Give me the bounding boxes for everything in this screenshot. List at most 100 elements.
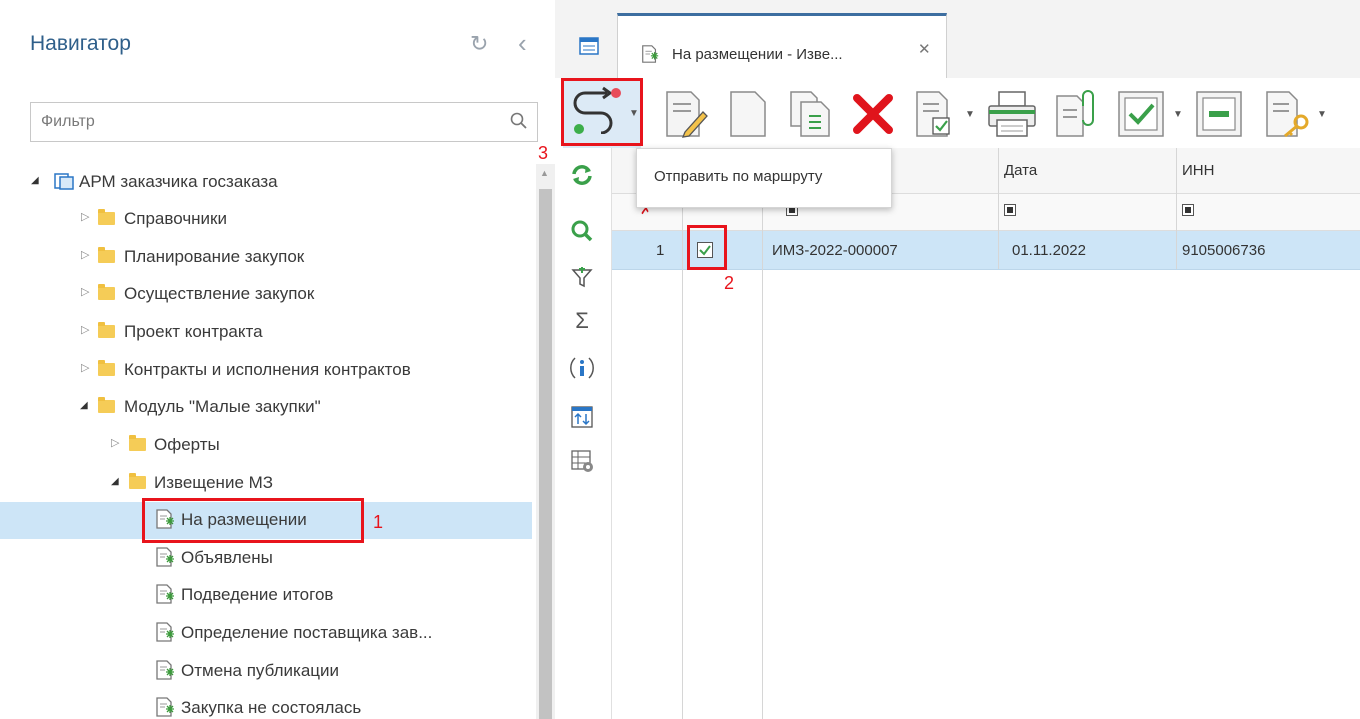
sum-icon[interactable]: Σ: [569, 308, 595, 334]
attach-button[interactable]: [1053, 90, 1099, 138]
tree-item-label: Модуль "Малые закупки": [124, 397, 321, 416]
tree-item-label: Осуществление закупок: [124, 284, 315, 303]
reject-button[interactable]: [1195, 90, 1243, 138]
tree-item-small-purchases[interactable]: ◢ Модуль "Малые закупки": [0, 389, 532, 426]
sort-icon[interactable]: [569, 404, 595, 430]
tree-item-spravochniki[interactable]: ▷ Справочники: [0, 201, 532, 238]
status-button[interactable]: [913, 90, 957, 138]
navigator-panel: Навигатор ↻ ‹ ◢ АРМ заказчика госзаказа …: [0, 0, 555, 719]
folder-icon: [98, 360, 115, 376]
close-icon[interactable]: ✕: [918, 40, 931, 58]
column-filter-inn[interactable]: [1182, 204, 1194, 216]
scroll-up-icon[interactable]: ▲: [540, 168, 549, 178]
edit-button[interactable]: [663, 90, 709, 138]
column-header-inn[interactable]: ИНН: [1182, 162, 1214, 179]
panel-toggle-icon[interactable]: [579, 37, 599, 55]
cell-date: 01.11.2022: [1012, 242, 1086, 259]
annotation-1: 1: [373, 512, 384, 532]
tree-item-procurement[interactable]: ▷ Осуществление закупок: [0, 276, 532, 313]
tree-item-label: Контракты и исполнения контрактов: [124, 360, 411, 379]
tree-item-label: Извещение МЗ: [154, 473, 274, 492]
table-row[interactable]: 1 ИМЗ-2022-000007 01.11.2022 9105006736: [612, 231, 1360, 270]
tree-item-ne-sostoyalas[interactable]: Закупка не состоялась: [0, 690, 532, 719]
tooltip: Отправить по маршруту: [636, 148, 892, 208]
workspace-icon: [54, 173, 74, 190]
row-checkbox[interactable]: [697, 242, 713, 258]
column-divider: [998, 148, 999, 269]
scrollbar-thumb[interactable]: [539, 189, 552, 719]
cell-inn: 9105006736: [1182, 242, 1266, 259]
tree-item-arm[interactable]: ◢ АРМ заказчика госзаказа: [0, 164, 532, 201]
tree-item-notice-mz[interactable]: ◢ Извещение МЗ: [0, 465, 532, 502]
document-icon: [156, 697, 174, 717]
tab-na-razmeshchenii[interactable]: На размещении - Изве... ✕: [617, 13, 947, 79]
collapsed-arrow-icon[interactable]: ▷: [111, 436, 119, 449]
collapsed-arrow-icon[interactable]: ▷: [81, 210, 89, 223]
tree-item-label: На размещении: [181, 510, 307, 529]
folder-icon: [129, 473, 146, 489]
data-grid: Дата ИНН ✗ 1 ИМЗ-2022-000007 01.11.2022 …: [612, 148, 1360, 719]
refresh-icon[interactable]: [569, 162, 595, 188]
dropdown-caret-icon[interactable]: ▼: [1317, 109, 1327, 120]
search-icon[interactable]: [509, 111, 529, 131]
tree-item-na-razmeshchenii[interactable]: На размещении: [0, 502, 532, 539]
row-number: 1: [656, 242, 665, 259]
tooltip-text: Отправить по маршруту: [654, 168, 823, 185]
navigator-scrollbar[interactable]: ▲: [536, 164, 555, 719]
copy-button[interactable]: [787, 90, 833, 138]
document-icon: [642, 45, 659, 63]
sign-button[interactable]: [1263, 90, 1311, 138]
tree-item-label: АРМ заказчика госзаказа: [79, 172, 278, 191]
tree-item-label: Планирование закупок: [124, 247, 305, 266]
collapsed-arrow-icon[interactable]: ▷: [81, 248, 89, 261]
filter-icon[interactable]: [569, 264, 595, 290]
zoom-icon[interactable]: [569, 218, 595, 244]
expanded-arrow-icon[interactable]: ◢: [111, 476, 119, 487]
tab-strip: На размещении - Изве... ✕: [555, 0, 1360, 79]
document-icon: [156, 660, 174, 680]
tree-item-label: Объявлены: [181, 548, 273, 567]
tree-item-label: Справочники: [124, 209, 227, 228]
tree-item-podvedenie[interactable]: Подведение итогов: [0, 577, 532, 614]
refresh-icon[interactable]: ↻: [470, 31, 488, 57]
workspace: На размещении - Изве... ✕ ▼ ▼ ▼ ▼ 3 Σ Да…: [538, 0, 1360, 719]
route-icon: [573, 86, 621, 134]
column-filter-date[interactable]: [1004, 204, 1016, 216]
navigator-title: Навигатор: [30, 32, 131, 55]
accept-button[interactable]: [1117, 90, 1165, 138]
grid-sidebar: Σ: [555, 148, 612, 719]
collapsed-arrow-icon[interactable]: ▷: [81, 361, 89, 374]
column-header-date[interactable]: Дата: [1004, 162, 1037, 179]
folder-icon: [98, 322, 115, 338]
expanded-arrow-icon[interactable]: ◢: [31, 175, 39, 186]
tree-item-label: Оферты: [154, 435, 220, 454]
new-document-button[interactable]: [727, 90, 769, 138]
send-route-button[interactable]: ▼: [563, 78, 641, 148]
tree-item-obyavleny[interactable]: Объявлены: [0, 540, 532, 577]
folder-icon: [98, 284, 115, 300]
print-button[interactable]: [987, 90, 1037, 138]
dropdown-caret-icon[interactable]: ▼: [1173, 109, 1183, 120]
tree-item-label: Проект контракта: [124, 322, 263, 341]
folder-icon: [129, 435, 146, 451]
collapsed-arrow-icon[interactable]: ▷: [81, 285, 89, 298]
toolbar: ▼ ▼ ▼ ▼: [555, 78, 1360, 148]
document-icon: [156, 547, 174, 567]
collapsed-arrow-icon[interactable]: ▷: [81, 323, 89, 336]
tree-item-planning[interactable]: ▷ Планирование закупок: [0, 239, 532, 276]
tree-item-contracts[interactable]: ▷ Контракты и исполнения контрактов: [0, 352, 532, 389]
info-icon[interactable]: [569, 355, 595, 381]
dropdown-caret-icon[interactable]: ▼: [629, 108, 639, 119]
delete-button[interactable]: [851, 92, 895, 136]
collapse-icon[interactable]: ‹: [518, 28, 527, 59]
tree-item-opredelenie[interactable]: Определение поставщика зав...: [0, 615, 532, 652]
table-settings-icon[interactable]: [569, 448, 595, 474]
expanded-arrow-icon[interactable]: ◢: [80, 400, 88, 411]
dropdown-caret-icon[interactable]: ▼: [965, 109, 975, 120]
tree-item-otmena[interactable]: Отмена публикации: [0, 653, 532, 690]
tree-item-offers[interactable]: ▷ Оферты: [0, 427, 532, 464]
filter-input[interactable]: [31, 103, 501, 141]
document-icon: [156, 509, 174, 529]
tab-title: На размещении - Изве...: [672, 46, 843, 63]
tree-item-contract-draft[interactable]: ▷ Проект контракта: [0, 314, 532, 351]
